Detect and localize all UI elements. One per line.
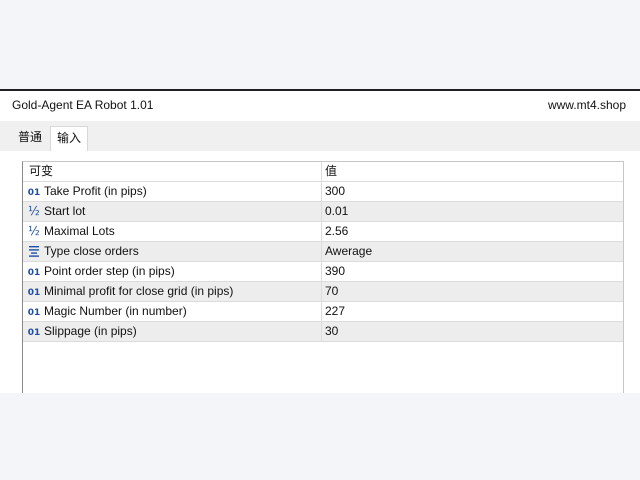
table-row[interactable]: 01 Slippage (in pips) 30 [23,322,623,342]
variable-cell: ½ Maximal Lots [23,222,322,241]
value-cell[interactable]: 390 [325,262,615,281]
variable-cell: Type close orders [23,242,322,261]
variable-name: Minimal profit for close grid (in pips) [44,284,234,298]
int-icon: 01 [27,268,41,278]
inputs-grid: 可变 值 01 Take Profit (in pips) 300 ½ Start … [22,161,624,393]
value-cell[interactable]: 227 [325,302,615,321]
variable-cell: 01 Magic Number (in number) [23,302,322,321]
tab-inputs[interactable]: 输入 [50,126,89,151]
value-cell[interactable]: 30 [325,322,615,341]
page: Gold-Agent EA Robot 1.01 www.mt4.shop 普通… [0,0,640,480]
table-row[interactable]: 01 Magic Number (in number) 227 [23,302,623,322]
table-row[interactable]: 01 Take Profit (in pips) 300 [23,182,623,202]
variable-cell: 01 Point order step (in pips) [23,262,322,281]
variable-cell: 01 Minimal profit for close grid (in pips… [23,282,322,301]
table-row[interactable]: ½ Maximal Lots 2.56 [23,222,623,242]
variable-name: Maximal Lots [44,224,115,238]
int-icon: 01 [27,288,41,298]
enum-icon [27,244,41,261]
value-cell[interactable]: 300 [325,182,615,201]
int-icon: 01 [27,188,41,198]
variable-cell: 01 Take Profit (in pips) [23,182,322,201]
ea-properties-window: Gold-Agent EA Robot 1.01 www.mt4.shop 普通… [0,89,640,393]
window-title: Gold-Agent EA Robot 1.01 [12,98,154,112]
variable-name: Type close orders [44,244,139,258]
double-icon: ½ [28,204,40,218]
int-icon: 01 [27,308,41,318]
header-variable[interactable]: 可变 [23,162,322,181]
header-variable-label: 可变 [29,164,54,178]
value-cell[interactable]: 2.56 [325,222,615,241]
header-value-label: 值 [325,164,338,178]
table-row[interactable]: 01 Minimal profit for close grid (in pips… [23,282,623,302]
table-row[interactable]: Type close orders Awerage [23,242,623,262]
site-watermark: www.mt4.shop [547,98,626,112]
header-value[interactable]: 值 [325,162,615,181]
grid-header-row: 可变 值 [23,162,623,182]
table-row[interactable]: ½ Start lot 0.01 [23,202,623,222]
variable-name: Magic Number (in number) [44,304,187,318]
table-row[interactable]: 01 Point order step (in pips) 390 [23,262,623,282]
variable-name: Start lot [44,204,86,218]
value-cell[interactable]: Awerage [325,242,615,261]
variable-name: Point order step (in pips) [44,264,175,278]
int-icon: 01 [27,328,41,338]
title-bar: Gold-Agent EA Robot 1.01 www.mt4.shop [0,91,640,121]
tab-common[interactable]: 普通 [12,128,48,151]
value-cell[interactable]: 0.01 [325,202,615,221]
inputs-panel: 可变 值 01 Take Profit (in pips) 300 ½ Start … [0,151,640,393]
tab-strip: 普通 输入 [0,121,640,151]
variable-cell: ½ Start lot [23,202,322,221]
value-cell[interactable]: 70 [325,282,615,301]
variable-cell: 01 Slippage (in pips) [23,322,322,341]
double-icon: ½ [28,224,40,238]
variable-name: Take Profit (in pips) [44,184,147,198]
variable-name: Slippage (in pips) [44,324,137,338]
